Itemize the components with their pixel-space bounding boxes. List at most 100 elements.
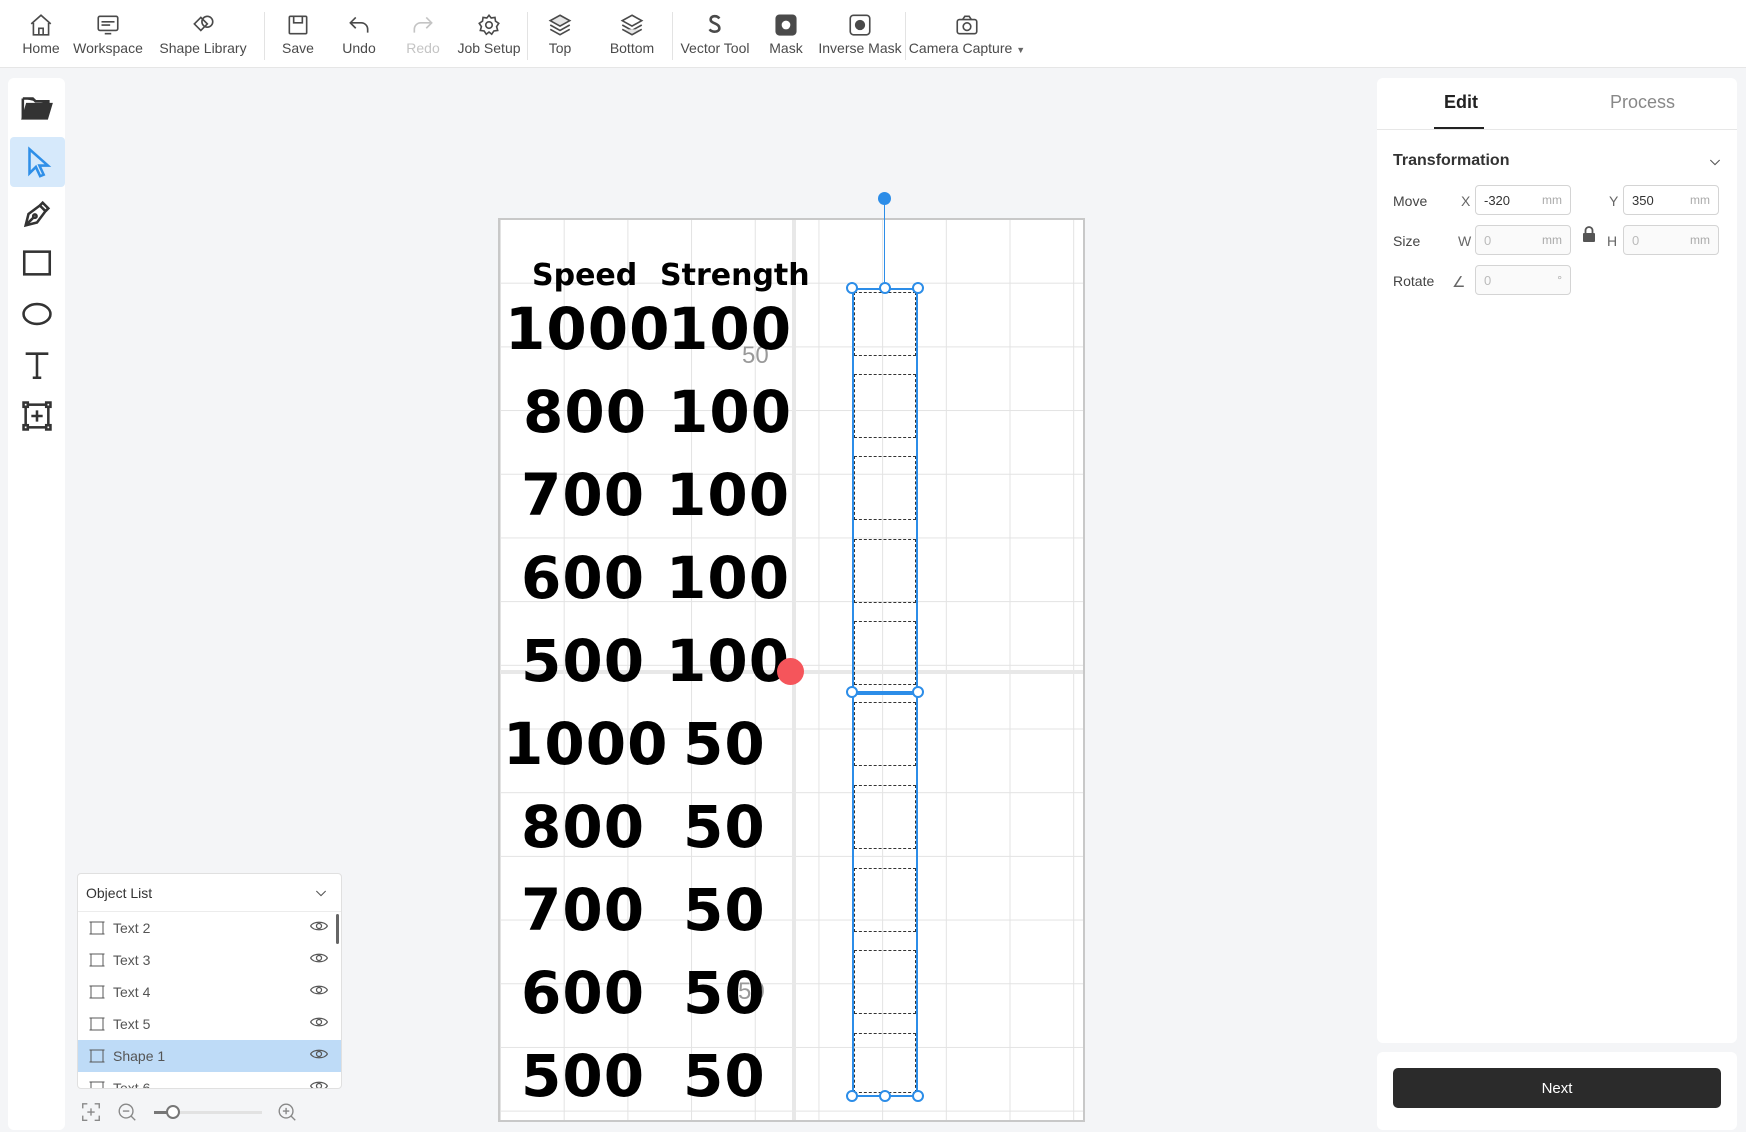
speed-cell[interactable]: 600 [521,549,645,607]
toolbar-divider [905,12,906,60]
object-list-item[interactable]: Text 4 [78,976,341,1008]
ellipse-tool[interactable] [8,289,65,339]
test-square[interactable] [854,702,916,766]
shape-selection[interactable] [846,192,924,1102]
resize-handle[interactable] [846,282,858,294]
speed-cell[interactable]: 1000 [505,300,670,358]
properties-panel: Edit Process Transformation Move X -320 … [1377,78,1737,1043]
move-x-input[interactable]: -320 mm [1475,185,1571,215]
speed-cell[interactable]: 600 [521,964,645,1022]
rotate-input[interactable]: 0 ° [1475,265,1571,295]
tab-process[interactable]: Process [1610,92,1675,113]
test-square[interactable] [854,868,916,932]
home-label: Home [22,40,60,56]
transformation-title[interactable]: Transformation [1393,152,1509,170]
select-tool[interactable] [10,137,65,187]
redo-button[interactable]: Redo [391,0,455,68]
dropdown-caret-icon[interactable]: ▼ [1016,45,1025,55]
add-frame-tool[interactable] [8,391,65,441]
speed-cell[interactable]: 500 [521,632,645,690]
shape-frame-icon [88,951,106,969]
strength-cell[interactable]: 100 [666,549,790,607]
strength-cell[interactable]: 50 [683,715,766,773]
test-square[interactable] [854,292,916,356]
top-button[interactable]: Top [532,0,588,68]
resize-handle[interactable] [846,1090,858,1102]
job-setup-button[interactable]: Job Setup [455,0,523,68]
visibility-toggle[interactable] [309,1044,329,1069]
zoom-slider[interactable] [154,1104,262,1119]
mask-button[interactable]: Mask [753,0,819,68]
speed-header: Speed [532,258,638,293]
next-button[interactable]: Next [1393,1068,1721,1108]
transformation-collapse[interactable] [1707,154,1723,175]
resize-handle[interactable] [879,282,891,294]
speed-cell[interactable]: 1000 [503,715,668,773]
tab-edit[interactable]: Edit [1444,92,1478,113]
open-folder-tool[interactable] [8,82,65,132]
workspace-icon [97,15,119,35]
pen-tool[interactable] [8,189,65,239]
strength-cell[interactable]: 100 [666,466,790,524]
visibility-toggle[interactable] [309,916,329,941]
speed-cell[interactable]: 700 [521,466,645,524]
h-label: H [1607,233,1618,249]
object-list-item[interactable]: Text 3 [78,944,341,976]
object-list-header[interactable]: Object List [78,874,341,912]
speed-cell[interactable]: 700 [521,881,645,939]
test-square[interactable] [854,621,916,685]
move-y-input[interactable]: 350 mm [1623,185,1719,215]
lock-icon[interactable] [1582,226,1596,242]
test-square[interactable] [854,1033,916,1093]
workspace-button[interactable]: Workspace [70,0,146,68]
test-square[interactable] [854,456,916,520]
home-button[interactable]: Home [18,0,64,68]
size-h-input[interactable]: 0 mm [1623,225,1719,255]
fit-to-screen-icon[interactable] [80,1101,102,1123]
strength-cell[interactable]: 100 [666,632,790,690]
resize-handle[interactable] [846,686,858,698]
visibility-toggle[interactable] [309,980,329,1005]
camera-capture-button[interactable]: Camera Capture ▼ [909,0,1025,68]
speed-cell[interactable]: 800 [523,383,647,441]
strength-cell[interactable]: 50 [683,964,766,1022]
visibility-toggle[interactable] [309,948,329,973]
text-tool[interactable] [8,340,65,390]
resize-handle[interactable] [912,686,924,698]
strength-cell[interactable]: 50 [683,881,766,939]
resize-handle[interactable] [912,1090,924,1102]
rectangle-tool[interactable] [8,238,65,288]
strength-cell[interactable]: 50 [683,798,766,856]
vector-tool-button[interactable]: Vector Tool [677,0,753,68]
speed-cell[interactable]: 500 [521,1047,645,1105]
test-square[interactable] [854,374,916,438]
inverse-mask-button[interactable]: Inverse Mask [818,0,902,68]
size-w-input[interactable]: 0 mm [1475,225,1571,255]
strength-cell[interactable]: 50 [683,1047,766,1105]
zoom-slider-knob[interactable] [166,1104,180,1119]
strength-cell[interactable]: 100 [668,300,792,358]
object-list-item[interactable]: Text 5 [78,1008,341,1040]
test-square[interactable] [854,539,916,603]
object-list-item-selected[interactable]: Shape 1 [78,1040,341,1072]
zoom-out-icon[interactable] [116,1101,138,1123]
resize-handle[interactable] [912,282,924,294]
test-square[interactable] [854,785,916,849]
undo-button[interactable]: Undo [327,0,391,68]
save-button[interactable]: Save [269,0,327,68]
zoom-in-icon[interactable] [276,1101,298,1123]
chevron-down-icon[interactable] [313,885,329,901]
object-list-item-partial[interactable]: Text 6 [78,1072,341,1088]
origin-marker[interactable] [777,658,804,685]
visibility-toggle[interactable] [309,1012,329,1037]
shape-library-button[interactable]: Shape Library [146,0,260,68]
visibility-toggle[interactable] [309,1076,329,1088]
test-square[interactable] [854,950,916,1014]
object-list-item[interactable]: Text 2 [78,912,341,944]
size-h-value: 0 [1632,232,1640,248]
speed-cell[interactable]: 800 [521,798,645,856]
bottom-button[interactable]: Bottom [596,0,668,68]
rotation-handle[interactable] [878,192,891,205]
strength-cell[interactable]: 100 [668,383,792,441]
resize-handle[interactable] [879,1090,891,1102]
